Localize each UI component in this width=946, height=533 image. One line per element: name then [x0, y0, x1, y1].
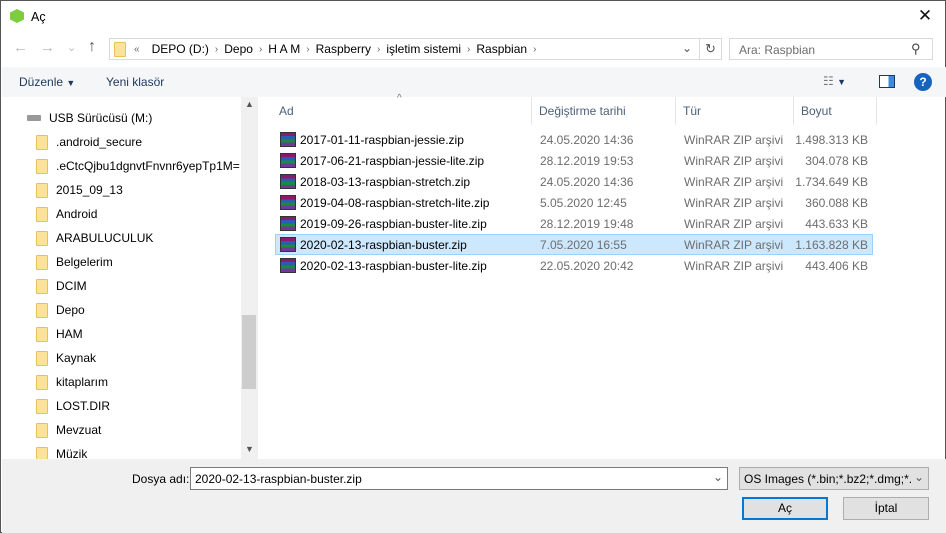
breadcrumb-item[interactable]: işletim sistemi	[386, 42, 461, 56]
help-icon[interactable]: ?	[914, 73, 932, 91]
cancel-button[interactable]: İptal	[843, 497, 929, 520]
file-row[interactable]: 2017-06-21-raspbian-jessie-lite.zip 28.12…	[275, 150, 873, 171]
column-header-date[interactable]: Değiştirme tarihi	[533, 97, 676, 125]
address-bar[interactable]: « DEPO (D:) › Depo › H A M › Raspberry › işletim…	[109, 38, 722, 60]
breadcrumb-item[interactable]: DEPO (D:)	[152, 42, 209, 56]
overflow-chevron[interactable]: «	[134, 44, 140, 55]
open-button[interactable]: Aç	[742, 497, 828, 520]
navigation-scrollbar[interactable]	[241, 97, 257, 459]
filename-label: Dosya adı:	[132, 472, 190, 486]
tree-item-folder[interactable]: Android	[36, 204, 97, 224]
folder-icon	[36, 254, 48, 270]
pane-divider[interactable]	[257, 97, 258, 459]
folder-icon	[36, 326, 48, 342]
preview-pane-icon[interactable]	[879, 75, 895, 88]
breadcrumb-item[interactable]: Raspberry	[316, 42, 371, 56]
back-button[interactable]: ←	[13, 39, 28, 56]
folder-icon	[36, 206, 48, 222]
tree-item-usb-drive[interactable]: USB Sürücüsü (M:)	[27, 108, 152, 128]
folder-icon	[36, 230, 48, 246]
winrar-archive-icon	[280, 258, 296, 273]
scroll-up-icon[interactable]: ▲	[245, 99, 254, 109]
file-row[interactable]: 2019-04-08-raspbian-stretch-lite.zip 5.05…	[275, 192, 873, 213]
tree-item-folder[interactable]: Belgelerim	[36, 252, 113, 272]
new-folder-button[interactable]: Yeni klasör	[106, 75, 164, 89]
tree-item-folder[interactable]: Depo	[36, 300, 85, 320]
breadcrumb-item[interactable]: Raspbian	[476, 42, 527, 56]
file-type-select[interactable]: OS Images (*.bin;*.bz2;*.dmg;*.	[739, 467, 929, 490]
winrar-archive-icon	[280, 174, 296, 189]
scroll-down-icon[interactable]: ▼	[245, 444, 254, 454]
column-header-type[interactable]: Tür	[677, 97, 794, 125]
tree-item-folder[interactable]: Müzik	[36, 444, 87, 459]
tree-item-folder[interactable]: Kaynak	[36, 348, 96, 368]
winrar-archive-icon	[280, 237, 296, 252]
folder-icon	[36, 302, 48, 318]
navigation-pane: USB Sürücüsü (M:) .android_secure .eCtcQj…	[2, 97, 257, 459]
column-header-name[interactable]: Ad	[273, 97, 532, 125]
column-header-size[interactable]: Boyut	[795, 97, 877, 125]
winrar-archive-icon	[280, 195, 296, 210]
chevron-right-icon[interactable]: ›	[306, 44, 309, 55]
file-row[interactable]: 2020-02-13-raspbian-buster-lite.zip 22.05…	[275, 255, 873, 276]
file-row[interactable]: 2019-09-26-raspbian-buster-lite.zip 28.12…	[275, 213, 873, 234]
close-button[interactable]: ✕	[913, 5, 937, 27]
filename-input[interactable]: 2020-02-13-raspbian-buster.zip	[190, 467, 728, 490]
folder-icon	[36, 350, 48, 366]
folder-icon	[36, 278, 48, 294]
winrar-archive-icon	[280, 216, 296, 231]
tree-item-folder[interactable]: ARABULUCULUK	[36, 228, 153, 248]
folder-icon	[36, 422, 48, 438]
folder-icon	[36, 158, 48, 174]
folder-icon	[36, 182, 48, 198]
app-icon	[10, 9, 24, 23]
forward-button[interactable]: →	[40, 39, 55, 56]
drive-icon	[27, 115, 41, 121]
refresh-button[interactable]: ↻	[705, 41, 716, 57]
address-dropdown[interactable]: ⌄	[682, 41, 692, 55]
breadcrumb-item[interactable]: H A M	[268, 42, 300, 56]
organize-button[interactable]: Düzenle ▼	[19, 75, 75, 89]
tree-item-folder[interactable]: 2015_09_13	[36, 180, 123, 200]
chevron-down-icon: ⌄	[914, 470, 925, 484]
view-options-icon[interactable]: ☷ ▼	[823, 74, 846, 88]
tree-item-folder[interactable]: .android_secure	[36, 132, 142, 152]
tree-item-folder[interactable]: HAM	[36, 324, 83, 344]
folder-icon	[36, 446, 48, 459]
chevron-down-icon: ▼	[66, 78, 76, 88]
up-button[interactable]: ↑	[88, 38, 96, 56]
chevron-right-icon[interactable]: ›	[533, 44, 536, 55]
tree-item-folder[interactable]: DCIM	[36, 276, 87, 296]
recent-locations-button[interactable]: ⌄	[67, 41, 76, 54]
file-row[interactable]: 2020-02-13-raspbian-buster.zip 7.05.2020 …	[275, 234, 873, 255]
search-input[interactable]: Ara: Raspbian	[729, 38, 933, 60]
chevron-right-icon[interactable]: ›	[377, 44, 380, 55]
breadcrumb-item[interactable]: Depo	[224, 42, 253, 56]
folder-icon	[36, 398, 48, 414]
file-row[interactable]: 2017-01-11-raspbian-jessie.zip 24.05.2020…	[275, 129, 873, 150]
winrar-archive-icon	[280, 132, 296, 147]
chevron-right-icon[interactable]: ›	[467, 44, 470, 55]
search-icon[interactable]: ⚲	[911, 41, 921, 57]
folder-icon	[36, 374, 48, 390]
folder-icon	[114, 41, 126, 57]
file-row[interactable]: 2018-03-13-raspbian-stretch.zip 24.05.202…	[275, 171, 873, 192]
tree-item-folder[interactable]: LOST.DIR	[36, 396, 110, 416]
tree-item-folder[interactable]: kitaplarım	[36, 372, 108, 392]
window-title: Aç	[31, 10, 46, 24]
filename-dropdown-icon[interactable]: ⌄	[713, 470, 723, 484]
chevron-right-icon[interactable]: ›	[259, 44, 262, 55]
tree-item-folder[interactable]: Mevzuat	[36, 420, 101, 440]
folder-icon	[36, 134, 48, 150]
chevron-right-icon[interactable]: ›	[215, 44, 218, 55]
winrar-archive-icon	[280, 153, 296, 168]
open-file-dialog: Aç ✕ ← → ⌄ ↑ « DEPO (D:) › Depo › H A M › Rasp…	[0, 0, 946, 533]
tree-item-folder[interactable]: .eCtcQjbu1dgnvtFnvnr6yepTp1M=	[36, 156, 240, 176]
divider	[699, 39, 700, 59]
scrollbar-thumb[interactable]	[242, 315, 256, 389]
